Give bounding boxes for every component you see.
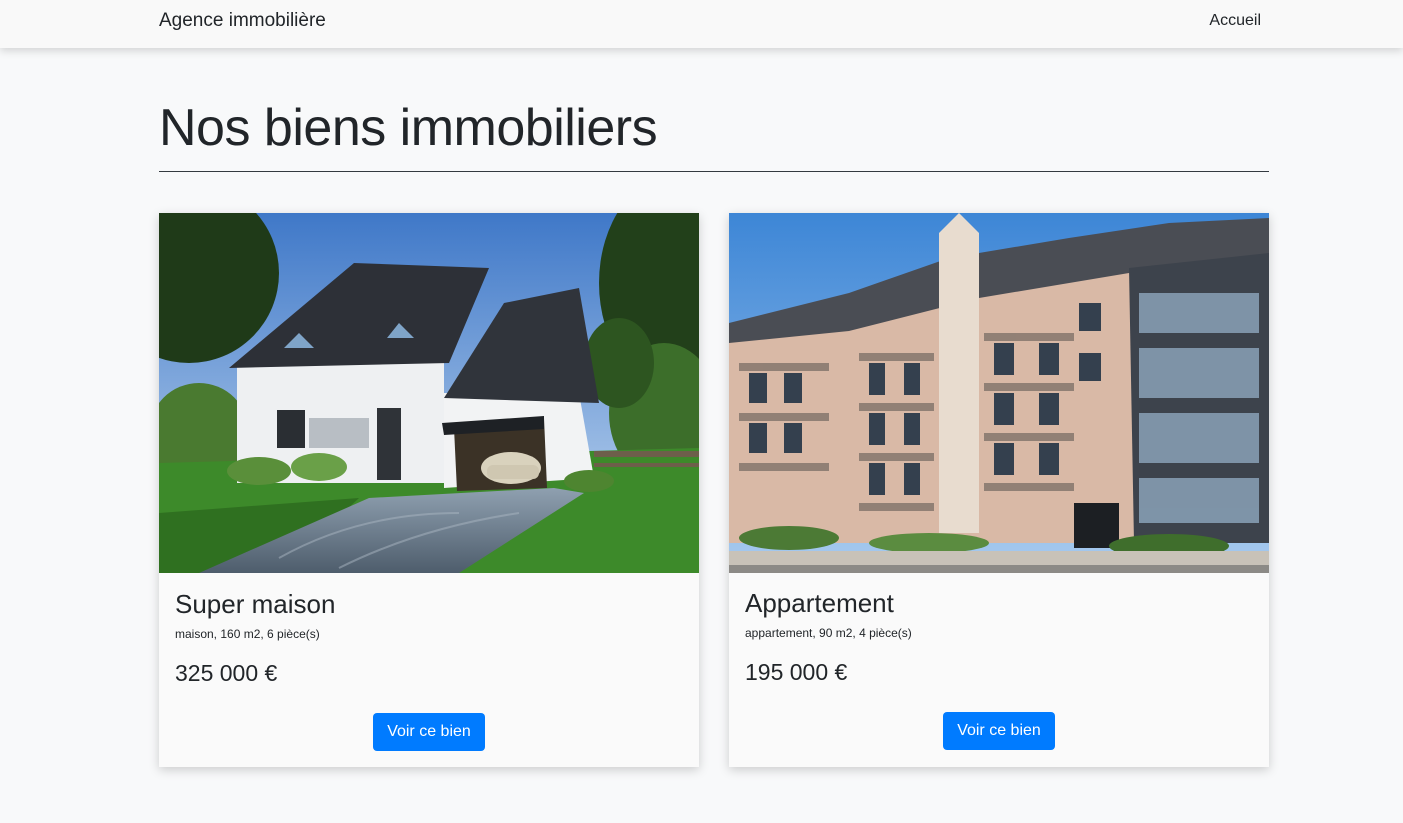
brand-link[interactable]: Agence immobilière — [159, 10, 326, 32]
property-title: Appartement — [745, 588, 894, 618]
property-title: Super maison — [175, 589, 336, 619]
apartment-building-photo — [729, 213, 1269, 573]
property-details: appartement, 90 m2, 4 pièce(s) — [745, 626, 912, 640]
navbar: Agence immobilière Accueil — [0, 0, 1403, 48]
view-property-button[interactable]: Voir ce bien — [943, 712, 1055, 750]
page-title: Nos biens immobiliers — [159, 99, 658, 157]
property-card: Super maison maison, 160 m2, 6 pièce(s) … — [159, 213, 699, 767]
view-property-button[interactable]: Voir ce bien — [373, 713, 485, 751]
house-photo — [159, 213, 699, 573]
property-card: Appartement appartement, 90 m2, 4 pièce(… — [729, 213, 1269, 767]
property-details: maison, 160 m2, 6 pièce(s) — [175, 627, 320, 641]
nav-link-accueil[interactable]: Accueil — [1209, 12, 1261, 30]
property-price: 325 000 € — [175, 660, 278, 686]
property-price: 195 000 € — [745, 659, 848, 685]
title-divider — [159, 171, 1269, 172]
